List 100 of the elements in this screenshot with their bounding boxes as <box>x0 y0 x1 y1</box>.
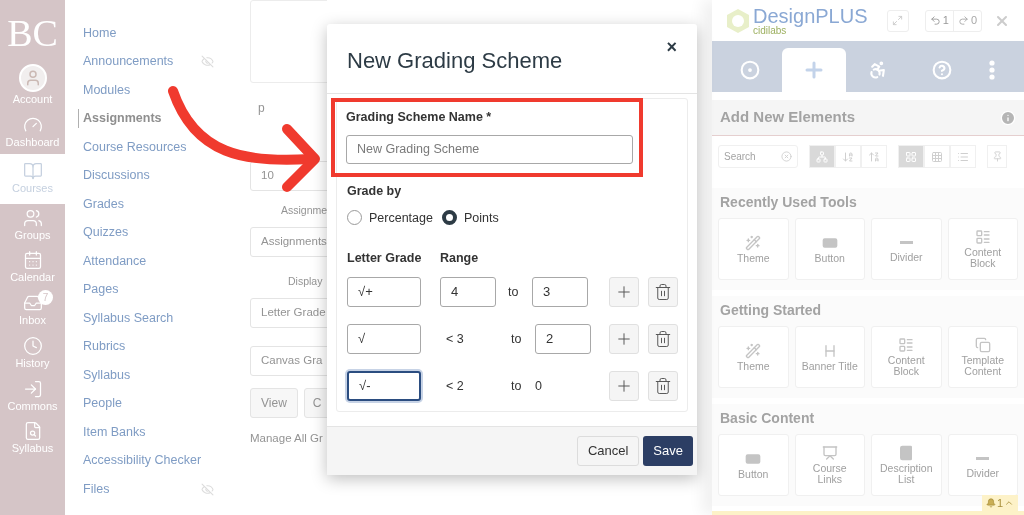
course-nav-link[interactable]: Accessibility Checker <box>83 451 202 471</box>
course-nav-link[interactable]: Course Resources <box>83 137 187 157</box>
commons-icon <box>22 378 43 399</box>
nav-item[interactable]: Syllabus <box>0 417 65 460</box>
add-row-button[interactable] <box>609 371 639 401</box>
plus-icon <box>615 377 633 395</box>
tool-card[interactable]: Template Content <box>947 326 1018 388</box>
delete-row-button[interactable] <box>648 371 678 401</box>
nav-item[interactable]: Dashboard <box>0 110 65 154</box>
course-nav-link[interactable]: Item Banks <box>83 422 146 442</box>
toolbar-button[interactable] <box>898 145 924 168</box>
search-field[interactable]: Search <box>718 145 798 168</box>
range-end-input[interactable]: 2 <box>535 324 591 354</box>
add-row-button[interactable] <box>609 277 639 307</box>
toolbar-button[interactable] <box>950 145 976 168</box>
trash-icon <box>654 377 672 395</box>
tool-label: Theme <box>735 360 771 372</box>
course-nav-link[interactable]: Announcements <box>83 52 174 72</box>
toolbar-button[interactable] <box>924 145 950 168</box>
range-end-input[interactable]: 3 <box>532 277 588 307</box>
panel-heading: Add New Elements <box>720 107 856 128</box>
logo-subtext: cidilabs <box>753 25 787 36</box>
save-button[interactable]: Save <box>643 436 693 466</box>
course-nav-link[interactable]: Syllabus <box>83 365 131 385</box>
plus-icon <box>615 330 633 348</box>
scheme-name-input[interactable]: New Grading Scheme <box>346 134 633 164</box>
notification-button[interactable]: 1 <box>981 495 1018 511</box>
radio-button[interactable] <box>441 210 457 226</box>
range-start: < 2 <box>445 377 465 395</box>
history-icon <box>22 335 43 356</box>
panel-tab[interactable] <box>782 48 846 92</box>
course-nav-link[interactable]: Syllabus Search <box>83 308 174 328</box>
add-row-button[interactable] <box>609 324 639 354</box>
action-button[interactable]: C <box>303 387 327 418</box>
letter-grade-input[interactable]: √- <box>347 371 421 401</box>
toolbar-button[interactable] <box>861 145 887 168</box>
tool-card[interactable]: Divider <box>947 434 1018 496</box>
tool-card[interactable]: Content Block <box>871 326 942 388</box>
tool-card[interactable]: Divider <box>871 218 942 280</box>
delete-row-button[interactable] <box>648 277 678 307</box>
nav-item[interactable]: History <box>0 331 65 375</box>
tool-card[interactable]: Theme <box>718 326 789 388</box>
az-icon <box>842 150 854 163</box>
tool-card[interactable]: Banner Title <box>794 326 865 388</box>
nav-item[interactable]: Account <box>0 60 65 111</box>
nav-item[interactable]: Courses <box>0 153 65 204</box>
field-label: p <box>258 100 265 117</box>
course-nav-link[interactable]: Attendance <box>83 251 147 271</box>
range-start: < 3 <box>445 330 465 348</box>
tool-label: Theme <box>735 252 771 264</box>
course-nav-link[interactable]: Quizzes <box>83 223 129 243</box>
course-nav-link[interactable]: Rubrics <box>83 337 126 357</box>
letter-grade-input[interactable]: √+ <box>347 277 421 307</box>
nav-item[interactable]: Groups <box>0 203 65 247</box>
course-nav-link[interactable]: Discussions <box>83 166 150 186</box>
logo-icon <box>726 7 750 34</box>
nav-label: Inbox <box>19 314 46 328</box>
course-nav-link[interactable]: Modules <box>83 80 131 100</box>
tool-card[interactable]: Theme <box>718 218 789 280</box>
nav-label: Syllabus <box>11 442 54 456</box>
pin-button[interactable] <box>987 145 1007 168</box>
letter-grade-input[interactable]: √ <box>347 324 421 354</box>
help-icon <box>932 60 952 80</box>
course-nav-link[interactable]: Assignments <box>78 109 162 129</box>
nav-label: History <box>15 356 50 371</box>
tool-card[interactable]: Button <box>718 434 789 496</box>
expand-button[interactable] <box>886 9 909 32</box>
cancel-button[interactable]: Cancel <box>576 436 640 466</box>
course-nav-link[interactable]: Pages <box>83 280 119 300</box>
redo-button[interactable]: 0 <box>953 10 981 31</box>
clear-icon[interactable] <box>781 151 792 162</box>
nav-label: Account <box>12 93 53 107</box>
tool-card[interactable]: Course Links <box>794 434 865 496</box>
caret-icon <box>1004 498 1014 508</box>
toolbar-button[interactable] <box>809 145 835 168</box>
undo-button[interactable]: 1 <box>925 10 954 31</box>
group-heading: Getting Started <box>720 301 823 320</box>
dialog-title: New Grading Scheme <box>347 47 563 75</box>
close-button[interactable]: × <box>666 38 677 56</box>
delete-row-button[interactable] <box>648 324 678 354</box>
nav-item[interactable]: Calendar <box>0 246 65 289</box>
nav-item[interactable]: Commons <box>0 374 65 418</box>
course-nav-link[interactable]: Home <box>83 23 117 43</box>
small-icon <box>931 150 943 163</box>
range-start-input[interactable]: 4 <box>440 277 496 307</box>
course-nav-link[interactable]: Files <box>83 479 110 499</box>
tool-card[interactable]: Button <box>794 218 865 280</box>
logo[interactable]: BC <box>7 14 58 52</box>
bell-icon <box>985 498 996 508</box>
tool-label: Button <box>737 468 770 480</box>
info-icon[interactable] <box>1000 109 1016 126</box>
tool-card[interactable]: Content Block <box>947 218 1018 280</box>
course-nav-link[interactable]: Grades <box>83 194 124 214</box>
tool-card[interactable]: Description List <box>871 434 942 496</box>
avatar-icon <box>18 64 47 92</box>
manage-link[interactable]: Manage All Gr <box>250 429 327 447</box>
view-button[interactable]: View <box>250 387 298 418</box>
list-icon <box>957 150 969 163</box>
course-nav-link[interactable]: People <box>83 394 122 414</box>
toolbar-button[interactable] <box>835 145 861 168</box>
